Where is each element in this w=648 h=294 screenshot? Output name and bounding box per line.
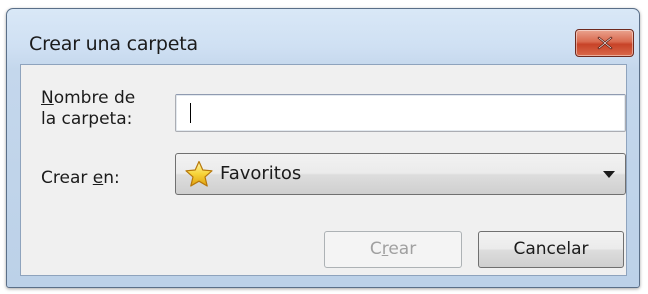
- window-title: Crear una carpeta: [29, 33, 198, 55]
- create-in-value: Favoritos: [220, 163, 302, 184]
- create-in-label-prefix: Crear: [41, 168, 93, 188]
- dialog-body: Nombre de la carpeta: Crear en: Favorito…: [20, 64, 627, 276]
- create-button-suffix: ear: [388, 239, 417, 259]
- folder-name-label-line2: la carpeta:: [41, 109, 133, 129]
- close-button[interactable]: [575, 29, 634, 57]
- folder-name-label-access-key: N: [41, 88, 54, 108]
- create-in-label-access-key: e: [92, 168, 104, 188]
- create-button[interactable]: Crear: [324, 231, 462, 268]
- folder-name-input[interactable]: [175, 94, 626, 132]
- create-folder-dialog: Crear una carpeta Nombre de la carpeta: …: [6, 8, 640, 288]
- title-bar[interactable]: Crear una carpeta: [7, 9, 639, 57]
- create-button-prefix: C: [369, 239, 382, 259]
- chevron-down-icon[interactable]: [603, 171, 615, 178]
- create-in-label: Crear en:: [41, 168, 120, 189]
- text-caret: [190, 103, 191, 123]
- cancel-button[interactable]: Cancelar: [478, 231, 624, 268]
- folder-name-label: Nombre de la carpeta:: [41, 88, 171, 130]
- folder-name-label-line1: ombre de: [53, 88, 136, 108]
- create-in-dropdown[interactable]: Favoritos: [175, 153, 626, 195]
- create-in-label-suffix: n:: [103, 168, 120, 188]
- star-icon: [185, 160, 213, 187]
- close-icon: [597, 36, 613, 50]
